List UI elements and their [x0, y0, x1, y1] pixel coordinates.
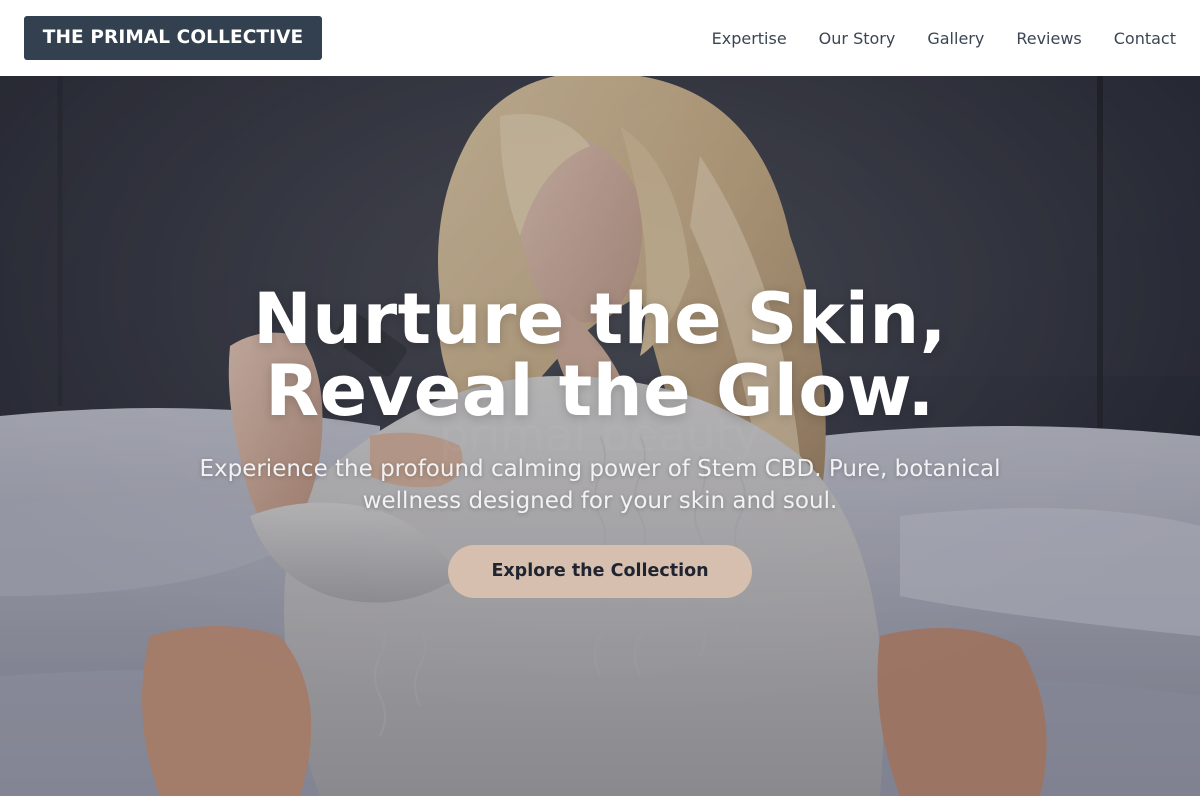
nav-link-expertise[interactable]: Expertise — [712, 29, 787, 48]
site-header: THE PRIMAL COLLECTIVE Expertise Our Stor… — [0, 0, 1200, 76]
nav-link-gallery[interactable]: Gallery — [927, 29, 984, 48]
hero-headline-line-1: Nurture the Skin, — [253, 278, 947, 360]
brand-logo[interactable]: THE PRIMAL COLLECTIVE — [24, 16, 322, 60]
hero-section: primal beauty Nurture the Skin, Reveal t… — [0, 76, 1200, 796]
nav-link-contact[interactable]: Contact — [1114, 29, 1176, 48]
hero-subtext: Experience the profound calming power of… — [199, 456, 1001, 514]
hero-headline: Nurture the Skin, Reveal the Glow. — [0, 283, 1200, 427]
explore-collection-button[interactable]: Explore the Collection — [448, 545, 752, 598]
nav-link-reviews[interactable]: Reviews — [1016, 29, 1081, 48]
nav-link-our-story[interactable]: Our Story — [819, 29, 896, 48]
main-nav: Expertise Our Story Gallery Reviews Cont… — [712, 0, 1176, 76]
hero-headline-line-2: Reveal the Glow. — [265, 350, 935, 432]
hero-overlay — [0, 76, 1200, 796]
